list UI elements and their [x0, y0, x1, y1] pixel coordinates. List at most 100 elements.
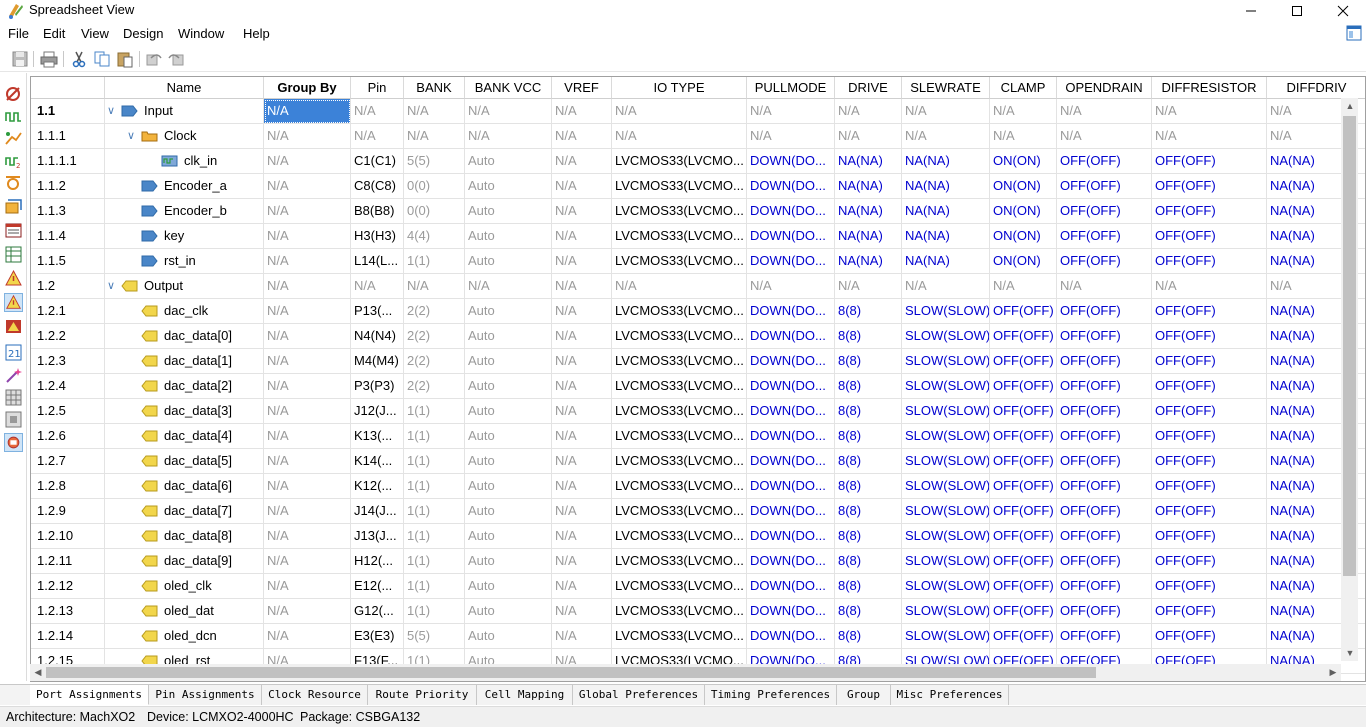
diffresistor-cell[interactable]: OFF(OFF): [1152, 549, 1267, 574]
slewrate-cell[interactable]: SLOW(SLOW): [902, 374, 990, 399]
bank-cell[interactable]: 2(2): [404, 299, 465, 324]
drive-cell[interactable]: 8(8): [835, 349, 902, 374]
diffresistor-cell[interactable]: OFF(OFF): [1152, 174, 1267, 199]
menu-edit[interactable]: Edit: [43, 26, 65, 41]
header-name-col[interactable]: Name: [105, 77, 264, 99]
clamp-cell[interactable]: ON(ON): [990, 174, 1057, 199]
vref-cell[interactable]: N/A: [552, 324, 612, 349]
slewrate-cell[interactable]: SLOW(SLOW): [902, 399, 990, 424]
table-row[interactable]: 1.2.14 oled_dcn N/A E3(E3) 5(5) Auto N/A LVCMOS…: [31, 624, 1365, 649]
vref-cell[interactable]: N/A: [552, 224, 612, 249]
io-type-cell[interactable]: LVCMOS33(LVCMO...: [612, 149, 747, 174]
tab-port-assignments[interactable]: Port Assignments: [30, 685, 149, 705]
vref-cell[interactable]: N/A: [552, 399, 612, 424]
pin-cell[interactable]: L14(L...: [351, 249, 404, 274]
header-slewrate-col[interactable]: SLEWRATE: [902, 77, 990, 99]
pullmode-cell[interactable]: DOWN(DO...: [747, 199, 835, 224]
drive-cell[interactable]: N/A: [835, 99, 902, 124]
clamp-cell[interactable]: OFF(OFF): [990, 374, 1057, 399]
group-by-cell[interactable]: N/A: [264, 99, 351, 124]
drive-cell[interactable]: NA(NA): [835, 249, 902, 274]
pullmode-cell[interactable]: DOWN(DO...: [747, 624, 835, 649]
port-name-cell[interactable]: dac_data[3]: [105, 399, 264, 424]
bank-vcc-cell[interactable]: N/A: [465, 124, 552, 149]
vref-cell[interactable]: N/A: [552, 449, 612, 474]
slewrate-cell[interactable]: SLOW(SLOW): [902, 549, 990, 574]
vref-cell[interactable]: N/A: [552, 299, 612, 324]
opendrain-cell[interactable]: OFF(OFF): [1057, 549, 1152, 574]
opendrain-cell[interactable]: OFF(OFF): [1057, 574, 1152, 599]
io-type-cell[interactable]: LVCMOS33(LVCMO...: [612, 474, 747, 499]
bank-vcc-cell[interactable]: Auto: [465, 399, 552, 424]
group-by-cell[interactable]: N/A: [264, 199, 351, 224]
diffresistor-cell[interactable]: OFF(OFF): [1152, 224, 1267, 249]
pullmode-cell[interactable]: DOWN(DO...: [747, 349, 835, 374]
slewrate-cell[interactable]: SLOW(SLOW): [902, 524, 990, 549]
drive-cell[interactable]: 8(8): [835, 574, 902, 599]
table-row[interactable]: 1.2.1 dac_clk N/A P13(... 2(2) Auto N/A LVCMOS3…: [31, 299, 1365, 324]
bank-vcc-cell[interactable]: Auto: [465, 174, 552, 199]
drive-cell[interactable]: NA(NA): [835, 199, 902, 224]
clamp-cell[interactable]: OFF(OFF): [990, 599, 1057, 624]
drive-cell[interactable]: NA(NA): [835, 149, 902, 174]
io-type-cell[interactable]: LVCMOS33(LVCMO...: [612, 624, 747, 649]
opendrain-cell[interactable]: OFF(OFF): [1057, 149, 1152, 174]
slewrate-cell[interactable]: NA(NA): [902, 224, 990, 249]
diffresistor-cell[interactable]: OFF(OFF): [1152, 624, 1267, 649]
bank-cell[interactable]: 5(5): [404, 149, 465, 174]
bank-cell[interactable]: 0(0): [404, 199, 465, 224]
group-by-cell[interactable]: N/A: [264, 249, 351, 274]
table-row[interactable]: 1.2.2 dac_data[0] N/A N4(N4) 2(2) Auto N/A LVCM…: [31, 324, 1365, 349]
bank-vcc-cell[interactable]: Auto: [465, 374, 552, 399]
diffresistor-cell[interactable]: OFF(OFF): [1152, 499, 1267, 524]
slewrate-cell[interactable]: NA(NA): [902, 199, 990, 224]
port-name-cell[interactable]: dac_data[6]: [105, 474, 264, 499]
port-name-cell[interactable]: ∨ Input: [105, 99, 264, 124]
bank-cell[interactable]: 1(1): [404, 424, 465, 449]
clamp-cell[interactable]: OFF(OFF): [990, 299, 1057, 324]
bank-vcc-cell[interactable]: N/A: [465, 274, 552, 299]
paste-icon[interactable]: [116, 50, 134, 68]
route-tool-icon[interactable]: [4, 129, 23, 148]
header-diffdriv-col[interactable]: DIFFDRIV: [1267, 77, 1365, 99]
group-by-cell[interactable]: N/A: [264, 374, 351, 399]
pullmode-cell[interactable]: DOWN(DO...: [747, 299, 835, 324]
header-drive-col[interactable]: DRIVE: [835, 77, 902, 99]
io-type-cell[interactable]: LVCMOS33(LVCMO...: [612, 324, 747, 349]
pin-cell[interactable]: E12(...: [351, 574, 404, 599]
bank-vcc-cell[interactable]: Auto: [465, 149, 552, 174]
copy-icon[interactable]: [93, 50, 111, 68]
pullmode-cell[interactable]: DOWN(DO...: [747, 524, 835, 549]
vref-cell[interactable]: N/A: [552, 524, 612, 549]
pin-cell[interactable]: P13(...: [351, 299, 404, 324]
tab-pin-assignments[interactable]: Pin Assignments: [149, 685, 262, 705]
slewrate-cell[interactable]: SLOW(SLOW): [902, 499, 990, 524]
io-type-cell[interactable]: LVCMOS33(LVCMO...: [612, 349, 747, 374]
table-row[interactable]: 1.2.8 dac_data[6] N/A K12(... 1(1) Auto N/A LVC…: [31, 474, 1365, 499]
opendrain-cell[interactable]: OFF(OFF): [1057, 399, 1152, 424]
bank-vcc-cell[interactable]: Auto: [465, 574, 552, 599]
io-type-cell[interactable]: LVCMOS33(LVCMO...: [612, 224, 747, 249]
tab-clock-resource[interactable]: Clock Resource: [262, 685, 368, 705]
bank-vcc-cell[interactable]: Auto: [465, 524, 552, 549]
group-by-cell[interactable]: N/A: [264, 349, 351, 374]
group-by-cell[interactable]: N/A: [264, 399, 351, 424]
clamp-cell[interactable]: OFF(OFF): [990, 424, 1057, 449]
clamp-cell[interactable]: OFF(OFF): [990, 449, 1057, 474]
opendrain-cell[interactable]: N/A: [1057, 99, 1152, 124]
drive-cell[interactable]: 8(8): [835, 624, 902, 649]
chip-icon[interactable]: [4, 433, 23, 452]
pullmode-cell[interactable]: DOWN(DO...: [747, 374, 835, 399]
horizontal-scroll-thumb[interactable]: [46, 667, 1096, 678]
clamp-cell[interactable]: N/A: [990, 274, 1057, 299]
pin-cell[interactable]: J13(J...: [351, 524, 404, 549]
diffresistor-cell[interactable]: OFF(OFF): [1152, 574, 1267, 599]
pin-cell[interactable]: K13(...: [351, 424, 404, 449]
port-name-cell[interactable]: ∨ Clock: [105, 124, 264, 149]
opendrain-cell[interactable]: OFF(OFF): [1057, 249, 1152, 274]
io-type-cell[interactable]: N/A: [612, 274, 747, 299]
table-row[interactable]: 1.1 ∨ Input N/A N/A N/A N/A N/A N/A N/A N/A N/A N/A N…: [31, 99, 1365, 124]
header-bank-vcc-col[interactable]: BANK VCC: [465, 77, 552, 99]
vref-cell[interactable]: N/A: [552, 149, 612, 174]
bank-vcc-cell[interactable]: Auto: [465, 199, 552, 224]
